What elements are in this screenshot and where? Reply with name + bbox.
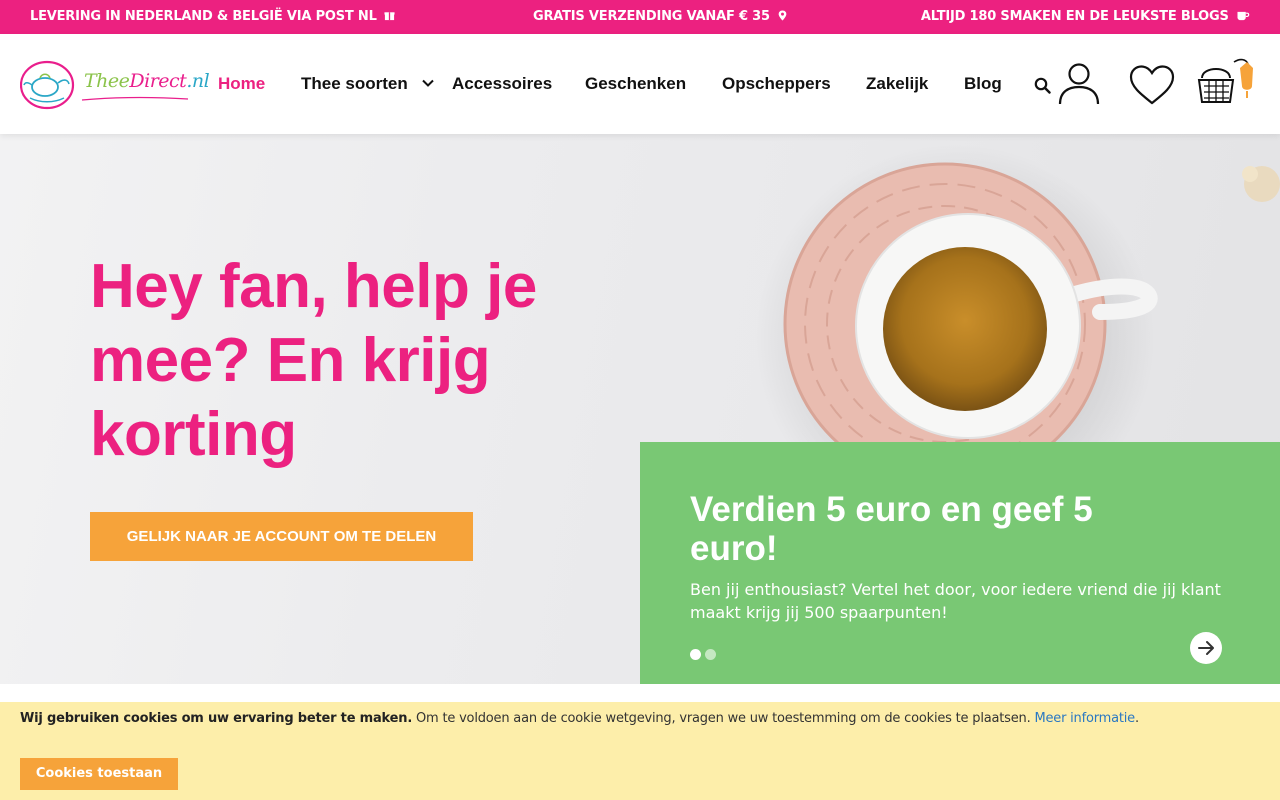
slider-dots <box>690 645 720 664</box>
nav-thee-soorten-label: Thee soorten <box>301 74 408 93</box>
announcement-bar: LEVERING IN NEDERLAND & BELGIË VIA POST … <box>0 0 1280 34</box>
site-logo[interactable]: TheeDirect.nl <box>20 58 210 110</box>
referral-title: Verdien 5 euro en geef 5 euro! <box>690 490 1093 568</box>
map-pin-icon <box>778 10 787 21</box>
logo-part-thee: Thee <box>84 70 130 92</box>
cookie-message-period: . <box>1134 711 1139 726</box>
user-icon[interactable] <box>1058 62 1100 106</box>
site-header: TheeDirect.nl Home Thee soorten Accessoi… <box>0 34 1280 134</box>
logo-underline <box>81 97 189 101</box>
teapot-logo-icon <box>20 60 75 110</box>
heart-icon[interactable] <box>1128 64 1176 106</box>
accept-cookies-button[interactable]: Cookies toestaan <box>20 758 178 790</box>
hero-banner: Hey fan, help je mee? En krijg korting G… <box>0 134 1280 684</box>
cookie-message-text: Om te voldoen aan de cookie wetgeving, v… <box>412 711 1035 726</box>
slider-dot-1[interactable] <box>690 649 701 660</box>
nav-home[interactable]: Home <box>218 74 265 94</box>
cookie-message-bold: Wij gebruiken cookies om uw ervaring bet… <box>20 711 413 726</box>
nav-opscheppers[interactable]: Opscheppers <box>722 74 831 94</box>
slider-dot-2[interactable] <box>705 649 716 660</box>
referral-description: Ben jij enthousiast? Vertel het door, vo… <box>690 580 1221 622</box>
nav-thee-soorten[interactable]: Thee soorten <box>301 74 435 94</box>
account-share-button[interactable]: GELIJK NAAR JE ACCOUNT OM TE DELEN <box>90 512 473 561</box>
nav-zakelijk[interactable]: Zakelijk <box>866 74 928 94</box>
announcement-flavours: ALTIJD 180 SMAKEN EN DE LEUKSTE BLOGS <box>921 9 1250 24</box>
announcement-flavours-text: ALTIJD 180 SMAKEN EN DE LEUKSTE BLOGS <box>920 9 1229 24</box>
logo-wordmark: TheeDirect.nl <box>84 70 210 92</box>
cookie-more-info-link[interactable]: Meer informatie <box>1034 711 1135 726</box>
announcement-delivery-text: LEVERING IN NEDERLAND & BELGIË VIA POST … <box>30 9 377 24</box>
announcement-shipping-text: GRATIS VERZENDING VANAF € 35 <box>533 9 770 24</box>
logo-part-direct: Direct <box>129 70 187 92</box>
chevron-down-icon <box>422 79 435 87</box>
basket-icon[interactable] <box>1196 56 1262 108</box>
cup-icon <box>1237 11 1250 21</box>
search-icon[interactable] <box>1034 77 1051 94</box>
nav-accessoires[interactable]: Accessoires <box>452 74 552 94</box>
announcement-shipping: GRATIS VERZENDING VANAF € 35 <box>533 9 788 24</box>
gift-icon <box>384 12 395 21</box>
hero-title: Hey fan, help je mee? En krijg korting <box>90 252 537 469</box>
cookie-banner: Wij gebruiken cookies om uw ervaring bet… <box>0 702 1280 800</box>
slider-next-button[interactable] <box>1190 632 1222 664</box>
nav-blog[interactable]: Blog <box>964 74 1002 94</box>
cookie-message: Wij gebruiken cookies om uw ervaring bet… <box>20 711 1139 726</box>
arrow-right-icon <box>1198 641 1214 655</box>
nav-geschenken[interactable]: Geschenken <box>585 74 686 94</box>
announcement-delivery: LEVERING IN NEDERLAND & BELGIË VIA POST … <box>30 9 395 24</box>
logo-part-nl: .nl <box>186 70 210 92</box>
referral-card: Verdien 5 euro en geef 5 euro! Ben jij e… <box>640 442 1280 684</box>
